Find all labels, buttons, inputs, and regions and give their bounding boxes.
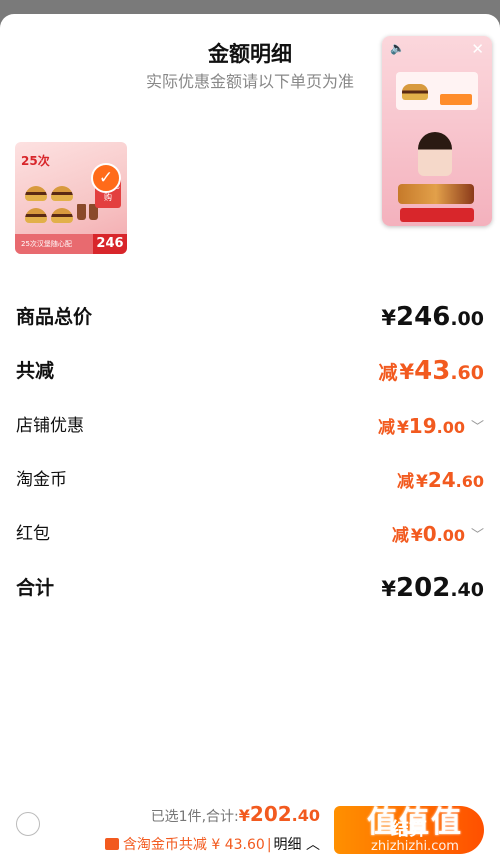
ad-cta-banner [400, 208, 474, 222]
row-value: ¥202.40 [381, 573, 484, 603]
thumb-badge: 25次 [21, 154, 50, 168]
ad-food-image [398, 184, 474, 204]
video-ad-window[interactable]: 🔈 ✕ [382, 36, 492, 226]
burger-image [25, 208, 47, 223]
ad-promo-card [396, 72, 478, 110]
chevron-down-icon[interactable]: ﹀ [471, 518, 484, 554]
sound-icon[interactable]: 🔈 [390, 41, 405, 55]
selected-summary: 已选1件,合计:¥202.40 [150, 802, 320, 826]
row-value: 减 ¥19.00 ﹀ [378, 408, 484, 446]
row-label: 红包 [16, 524, 50, 544]
select-all-radio[interactable] [16, 812, 40, 836]
row-value: 减 ¥24.60 [396, 468, 484, 492]
row-value: ¥246.00 [381, 302, 484, 332]
chevron-up-icon[interactable]: ︿ [306, 837, 320, 853]
row-store-discount[interactable]: 店铺优惠 减 ¥19.00 ﹀ [16, 408, 484, 444]
thumb-price: 246 [93, 234, 127, 254]
row-value: 减¥43.60 [378, 356, 485, 386]
row-label: 合计 [16, 577, 55, 599]
thumb-footer: 25次汉堡随心配 [15, 234, 101, 254]
row-total-price: 商品总价 ¥246.00 [16, 299, 484, 335]
burger-image [402, 84, 428, 100]
coin-discount-detail[interactable]: 含淘金币共减 ¥ 43.60 | 明细 ︿ [104, 834, 320, 854]
product-thumbnail[interactable]: 25次 立即抢购 25次汉堡随心配 246 [15, 142, 127, 254]
row-total-discount: 共减 减¥43.60 [16, 353, 484, 389]
row-grand-total: 合计 ¥202.40 [16, 570, 484, 606]
ad-person-image [418, 132, 452, 176]
drink-image [77, 204, 86, 220]
check-icon[interactable]: ✓ [91, 163, 121, 193]
coupon-icon [104, 838, 119, 850]
burger-image [51, 186, 73, 201]
amount-detail-sheet: 金额明细 实际优惠金额请以下单页为准 25次 立即抢购 25次汉堡随心配 246… [0, 14, 500, 862]
row-taojinbi: 淘金币 减 ¥24.60 [16, 462, 484, 498]
row-value: 减 ¥0.00 ﹀ [392, 516, 484, 554]
row-label: 共减 [16, 360, 55, 382]
row-red-packet[interactable]: 红包 减 ¥0.00 ﹀ [16, 516, 484, 552]
row-label: 店铺优惠 [16, 416, 84, 436]
price-tag-shape [440, 94, 472, 105]
burger-image [25, 186, 47, 201]
watermark: 值值值 zhizhizhi.com [367, 805, 463, 855]
chevron-down-icon[interactable]: ﹀ [471, 410, 484, 446]
close-icon[interactable]: ✕ [471, 40, 484, 58]
burger-image [51, 208, 73, 223]
row-label: 商品总价 [16, 306, 93, 328]
row-label: 淘金币 [16, 470, 67, 490]
